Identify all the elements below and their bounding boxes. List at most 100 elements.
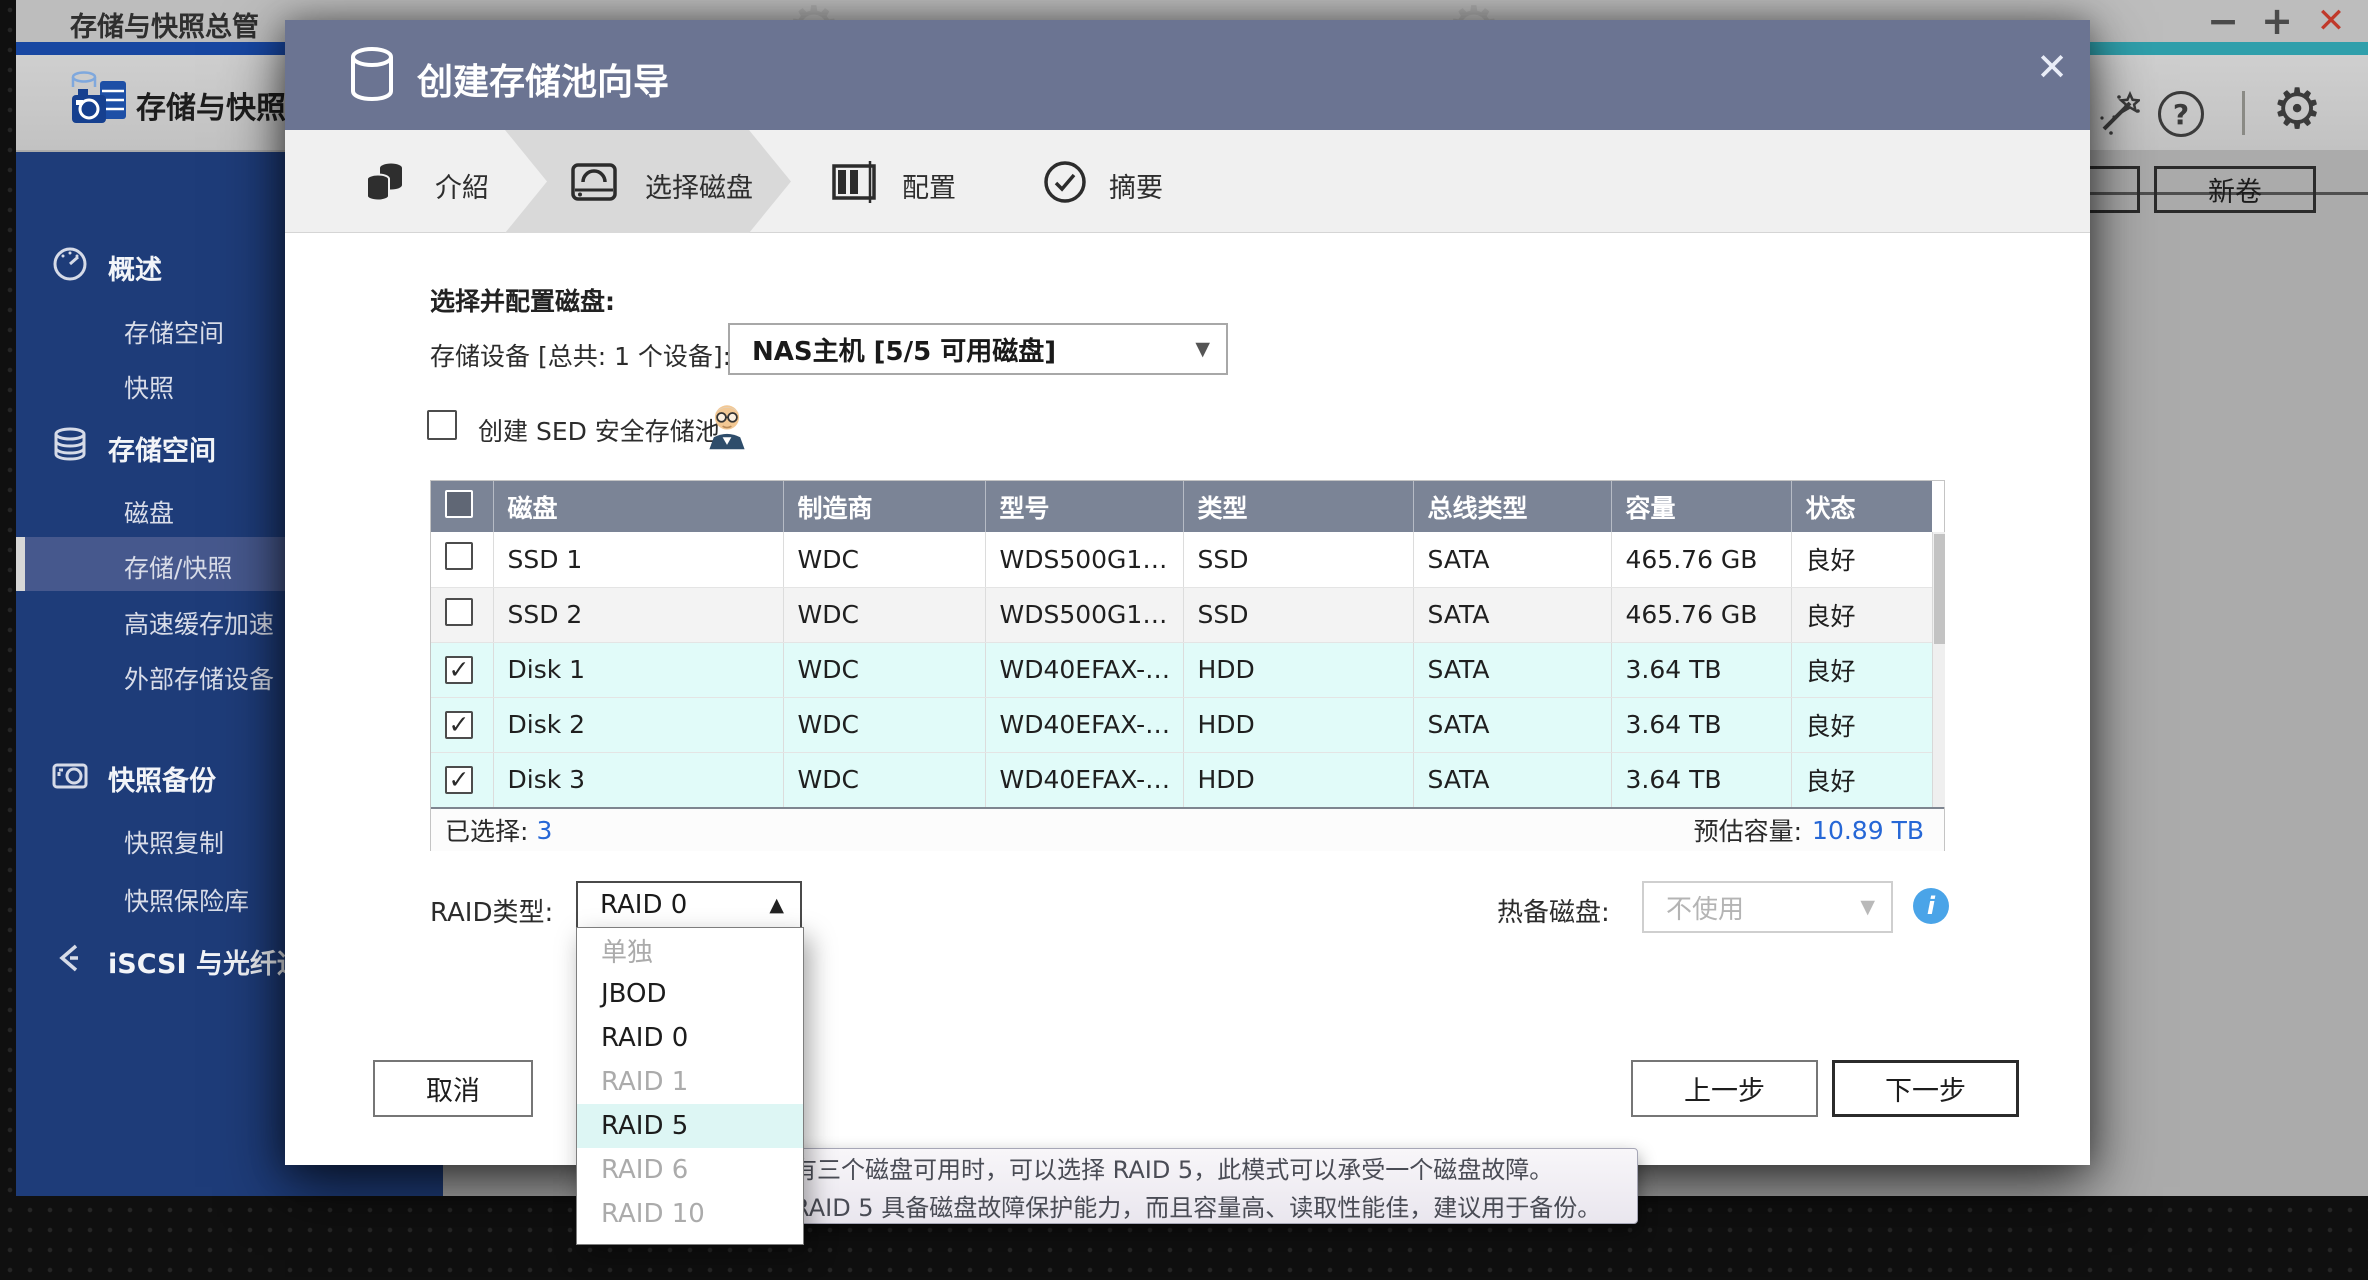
settings-gear-icon[interactable]: ⚙ <box>2272 77 2322 142</box>
sidebar-item-label: 快照保险库 <box>124 887 250 916</box>
sidebar-group-label: 快照备份 <box>108 766 216 797</box>
summary-step-icon <box>1040 157 1090 207</box>
col-status: 状态 <box>1791 481 1933 532</box>
dialog-title: 创建存储池向导 <box>417 62 670 103</box>
raid5-tooltip: 有三个磁盘可用时，可以选择 RAID 5，此模式可以承受一个磁盘故障。 RAID… <box>752 1148 1638 1224</box>
sidebar-item-label: 外部存储设备 <box>124 665 275 694</box>
table-row[interactable]: ✓ Disk 1 WDC WD40EFAX-… HDD SATA 3.64 TB 良好 <box>431 642 1933 698</box>
gauge-icon <box>50 244 90 284</box>
raid-dropdown-list: 单独 JBOD RAID 0 RAID 1 RAID 5 RAID 6 RAID… <box>576 927 804 1245</box>
selected-count-value: 3 <box>536 815 553 845</box>
storage-device-value: NAS主机 [5/5 可用磁盘] <box>752 336 1057 367</box>
chevron-up-icon: ▲ <box>769 894 784 916</box>
sidebar-group-label: 概述 <box>108 255 162 286</box>
raid-option-raid0[interactable]: RAID 0 <box>577 1016 803 1060</box>
hot-spare-select[interactable]: 不使用 ▼ <box>1642 881 1893 933</box>
estimated-capacity-value: 10.89 TB <box>1812 815 1924 845</box>
storage-device-select[interactable]: NAS主机 [5/5 可用磁盘] ▼ <box>728 323 1228 375</box>
sidebar-item-label: 快照 <box>124 374 175 403</box>
step-configure-label[interactable]: 配置 <box>902 166 956 205</box>
col-type: 类型 <box>1183 481 1414 532</box>
step-intro-label[interactable]: 介紹 <box>435 166 489 205</box>
selected-count-label: 已选择: <box>445 817 529 846</box>
row-checkbox[interactable]: ✓ <box>445 542 473 571</box>
col-model: 型号 <box>985 481 1184 532</box>
next-button[interactable]: 下一步 <box>1832 1060 2019 1117</box>
disk-table-grid: 磁盘 制造商 型号 类型 总线类型 容量 状态 ✓ SSD 1WDC WDS50… <box>431 481 1933 808</box>
sidebar-item-label: 高速缓存加速 <box>124 610 275 639</box>
close-window-button[interactable]: ✕ <box>2308 0 2354 42</box>
dialog-close-icon[interactable]: ✕ <box>2027 42 2077 92</box>
configure-step-icon <box>829 157 879 207</box>
help-icon[interactable]: ? <box>2158 91 2204 137</box>
sidebar-item-label: 存储空间 <box>124 319 225 348</box>
row-checkbox[interactable]: ✓ <box>445 765 473 794</box>
hot-spare-label: 热备磁盘: <box>1497 898 1610 928</box>
dialog-header: 创建存储池向导 ✕ <box>285 20 2090 130</box>
table-row[interactable]: ✓ SSD 1WDC WDS500G1…SSD SATA465.76 GB 良好 <box>431 532 1933 588</box>
select-all-checkbox[interactable] <box>445 489 473 518</box>
raid-type-label: RAID类型: <box>430 898 554 928</box>
wizard-steps-bar: 介紹 选择磁盘 配置 摘要 <box>285 130 2090 233</box>
desktop: 存储与快照总管 ⚙ ⚙ − + ✕ 存储与快照总管 <box>0 0 2368 1280</box>
select-disks-step-icon <box>569 157 619 207</box>
os-window-title: 存储与快照总管 <box>70 12 259 43</box>
table-footer: 已选择: 3 预估容量: 10.89 TB <box>431 807 1944 851</box>
row-checkbox[interactable]: ✓ <box>445 710 473 739</box>
table-header-row: 磁盘 制造商 型号 类型 总线类型 容量 状态 <box>431 481 1933 532</box>
step-summary-label[interactable]: 摘要 <box>1109 166 1163 205</box>
help-glyph: ? <box>2172 97 2190 131</box>
chevron-down-icon: ▼ <box>1195 338 1210 360</box>
storage-pool-icon <box>347 46 397 104</box>
sed-agent-icon <box>705 398 749 450</box>
header-separator <box>2242 91 2245 135</box>
cancel-button[interactable]: 取消 <box>373 1060 533 1117</box>
new-volume-button[interactable]: 新卷 <box>2154 166 2316 213</box>
raid-option-jbod[interactable]: JBOD <box>577 972 803 1016</box>
sidebar-item-label: 存储/快照 <box>124 554 233 583</box>
iscsi-arrow-icon <box>50 938 90 978</box>
raid-type-select[interactable]: RAID 0 ▲ <box>576 881 802 929</box>
storage-device-label: 存储设备 [总共: 1 个设备]: <box>430 342 732 371</box>
active-indicator <box>16 537 25 591</box>
table-row[interactable]: ✓ Disk 3 WDC WD40EFAX-… HDD SATA 3.64 TB 良好 <box>431 752 1933 808</box>
raid-option-raid1[interactable]: RAID 1 <box>577 1060 803 1104</box>
scrollbar-thumb[interactable] <box>1934 534 1945 644</box>
info-icon[interactable]: i <box>1913 888 1949 924</box>
maximize-button[interactable]: + <box>2254 0 2300 43</box>
raid-option-single[interactable]: 单独 <box>577 928 803 972</box>
row-checkbox[interactable]: ✓ <box>445 655 473 684</box>
col-capacity: 容量 <box>1611 481 1792 532</box>
col-disk: 磁盘 <box>493 481 784 532</box>
minimize-button[interactable]: − <box>2200 0 2246 43</box>
back-button[interactable]: 上一步 <box>1631 1060 1818 1117</box>
table-scrollbar[interactable] <box>1932 532 1945 807</box>
create-storage-pool-wizard-dialog: 创建存储池向导 ✕ 介紹 选择磁盘 配置 摘要 选择并配置磁盘: 存储设备 [总… <box>285 20 2090 1165</box>
app-logo-icon <box>66 67 132 133</box>
wizard-wand-icon[interactable] <box>2094 91 2140 137</box>
estimated-capacity-label: 预估容量: <box>1693 817 1803 846</box>
intro-step-icon <box>361 157 411 207</box>
raid-option-raid5[interactable]: RAID 5 <box>577 1104 803 1148</box>
tooltip-line2: RAID 5 具备磁盘故障保护能力，而且容量高、读取性能佳，建议用于备份。 <box>793 1193 1602 1222</box>
sidebar-group-label: 存储空间 <box>108 436 216 467</box>
raid-option-raid6[interactable]: RAID 6 <box>577 1148 803 1192</box>
sidebar-item-label: 磁盘 <box>124 499 175 528</box>
camera-icon <box>50 755 90 795</box>
tooltip-line1: 有三个磁盘可用时，可以选择 RAID 5，此模式可以承受一个磁盘故障。 <box>793 1155 1554 1184</box>
raid-type-value: RAID 0 <box>600 890 688 920</box>
info-glyph: i <box>1926 892 1936 920</box>
disk-table: 磁盘 制造商 型号 类型 总线类型 容量 状态 ✓ SSD 1WDC WDS50… <box>430 480 1945 851</box>
step-select-disks-label[interactable]: 选择磁盘 <box>645 166 753 205</box>
section-title: 选择并配置磁盘: <box>430 287 615 316</box>
sidebar-item-label: 快照复制 <box>124 829 225 858</box>
sed-checkbox[interactable]: ✓ <box>427 410 457 440</box>
raid-option-raid10[interactable]: RAID 10 <box>577 1192 803 1236</box>
row-checkbox[interactable]: ✓ <box>445 597 473 626</box>
chevron-down-icon: ▼ <box>1860 896 1875 918</box>
sed-label: 创建 SED 安全存储池 <box>478 417 720 446</box>
col-vendor: 制造商 <box>783 481 986 532</box>
table-row[interactable]: ✓ Disk 2 WDC WD40EFAX-… HDD SATA 3.64 TB 良好 <box>431 697 1933 753</box>
hot-spare-value: 不使用 <box>1666 894 1745 925</box>
table-row[interactable]: ✓ SSD 2WDC WDS500G1…SSD SATA465.76 GB 良好 <box>431 587 1933 643</box>
